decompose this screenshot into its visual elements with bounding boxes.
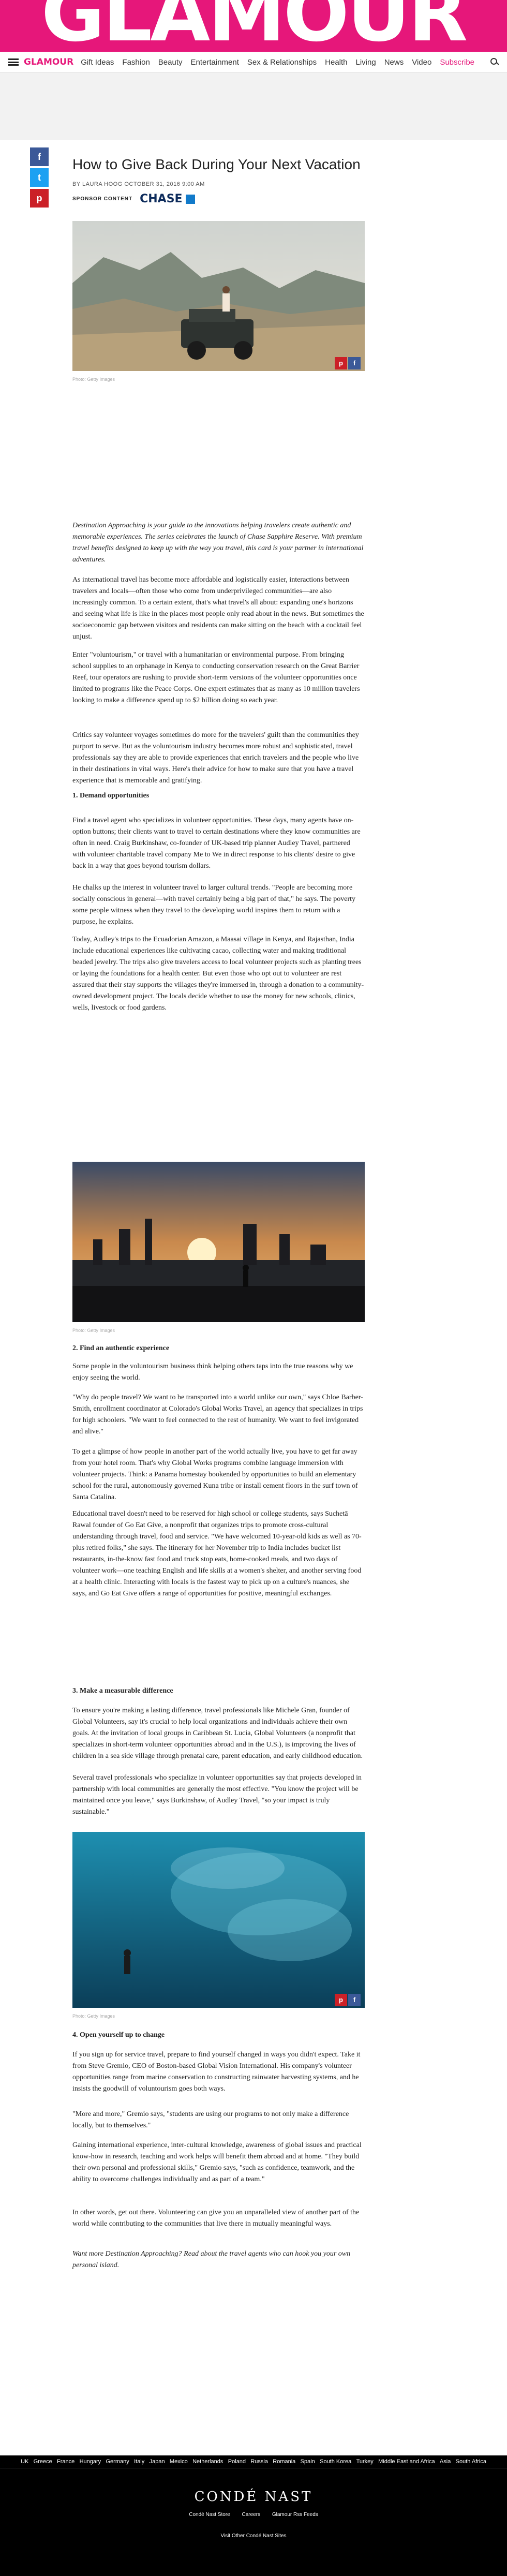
paragraph-11: To ensure you're making a lasting differ… — [72, 1707, 363, 1760]
article: How to Give Back During Your Next Vacati… — [72, 155, 365, 382]
facebook-icon-2[interactable]: f — [348, 1994, 361, 2006]
diver-image — [72, 1832, 365, 2008]
country-link[interactable]: Mexico — [170, 2459, 188, 2465]
paragraph-4: Find a travel agent who specializes in v… — [72, 817, 361, 870]
nav-item-sex-relationships[interactable]: Sex & Relationships — [247, 58, 317, 67]
nav-item-living[interactable]: Living — [356, 58, 376, 67]
paragraph-1: As international travel has become more … — [72, 576, 364, 641]
country-link[interactable]: Romania — [273, 2459, 295, 2465]
hero-image — [72, 221, 365, 371]
section-heading-3: 3. Make a measurable difference — [72, 1687, 173, 1695]
paragraph-3: Critics say volunteer voyages sometimes … — [72, 731, 359, 784]
nav-item-gift-ideas[interactable]: Gift Ideas — [81, 58, 114, 67]
brand-logo[interactable]: GLAMOUR — [0, 0, 507, 52]
nav-item-subscribe[interactable]: Subscribe — [440, 58, 474, 67]
main-nav: GLAMOUR Gift Ideas Fashion Beauty Entert… — [0, 52, 507, 73]
chase-octagon-icon — [185, 194, 195, 204]
country-link[interactable]: Asia — [440, 2459, 451, 2465]
footer-link[interactable]: Glamour Rss Feeds — [272, 2512, 318, 2518]
footer-links: Condé Nast Store Careers Glamour Rss Fee… — [0, 2512, 507, 2518]
country-link[interactable]: Spain — [301, 2459, 315, 2465]
visit-other-sites[interactable]: Visit Other Condé Nast Sites — [0, 2533, 507, 2539]
image-credit-2: Photo: Getty Images — [72, 1328, 115, 1333]
paragraph-5: He chalks up the interest in volunteer t… — [72, 884, 356, 926]
paragraph-2: Enter "voluntourism," or travel with a h… — [72, 651, 360, 704]
section-heading-1: 1. Demand opportunities — [72, 792, 150, 800]
paragraph-10: Educational travel doesn't need to be re… — [72, 1510, 362, 1597]
share-rail: f t p — [30, 147, 49, 210]
menu-icon[interactable] — [8, 58, 19, 66]
twitter-share-button[interactable]: t — [30, 168, 49, 187]
nav-item-news[interactable]: News — [384, 58, 404, 67]
facebook-share-button[interactable]: f — [30, 147, 49, 166]
chase-wordmark: CHASE — [140, 193, 183, 205]
pinterest-share-button[interactable]: p — [30, 189, 49, 208]
sponsor-label: SPONSOR CONTENT — [72, 196, 133, 202]
nav-item-video[interactable]: Video — [412, 58, 431, 67]
country-link[interactable]: South Africa — [456, 2459, 486, 2465]
diver-image-share-buttons: p f — [335, 1994, 361, 2006]
country-link[interactable]: South Korea — [320, 2459, 351, 2465]
hero-figure: p f — [72, 221, 365, 374]
footer: UK Greece France Hungary Germany Italy J… — [0, 2455, 507, 2576]
section-heading-2: 2. Find an authentic experience — [72, 1344, 170, 1352]
paragraph-14: "More and more," Gremio says, "students … — [72, 2110, 349, 2129]
ad-banner — [0, 73, 507, 140]
country-link[interactable]: Greece — [34, 2459, 52, 2465]
image-share-buttons: p f — [335, 357, 361, 369]
country-link[interactable]: Middle East and Africa — [378, 2459, 435, 2465]
byline: By LAURA HOOG OCTOBER 31, 2016 9:00 AM — [72, 181, 205, 187]
brand-banner: GLAMOUR — [0, 0, 507, 52]
search-icon[interactable] — [490, 58, 499, 66]
paragraph-12: Several travel professionals who special… — [72, 1774, 362, 1816]
paragraph-6: Today, Audley's trips to the Ecuadorian … — [72, 936, 364, 1012]
country-link[interactable]: UK — [21, 2459, 28, 2465]
country-link[interactable]: Poland — [228, 2459, 246, 2465]
country-link[interactable]: Germany — [106, 2459, 129, 2465]
paragraph-8: "Why do people travel? We want to be tra… — [72, 1394, 363, 1435]
paragraph-16: In other words, get out there. Volunteer… — [72, 2209, 360, 2228]
nav-links: Gift Ideas Fashion Beauty Entertainment … — [81, 58, 490, 67]
paragraph-13: If you sign up for service travel, prepa… — [72, 2051, 361, 2093]
section-heading-4: 4. Open yourself up to change — [72, 2031, 165, 2039]
paragraph-7: Some people in the voluntourism business… — [72, 1363, 353, 1382]
pinterest-icon-2[interactable]: p — [335, 1994, 347, 2006]
country-link[interactable]: France — [57, 2459, 74, 2465]
paragraph-9: To get a glimpse of how people in anothe… — [72, 1448, 358, 1501]
image-credit: Photo: Getty Images — [72, 377, 115, 382]
city-figure: Photo: Getty Images — [72, 1162, 365, 1333]
sponsor-block: SPONSOR CONTENT CHASE — [72, 193, 365, 205]
diver-figure: p f Photo: Getty Images — [72, 1832, 365, 2019]
conde-nast-logo[interactable]: CONDÉ NAST — [0, 2489, 507, 2505]
nav-item-entertainment[interactable]: Entertainment — [191, 58, 239, 67]
article-intro: Destination Approaching is your guide to… — [72, 522, 364, 564]
city-image — [72, 1162, 365, 1322]
article-title: How to Give Back During Your Next Vacati… — [72, 156, 361, 172]
country-list: UK Greece France Hungary Germany Italy J… — [0, 2455, 507, 2468]
footer-link[interactable]: Careers — [242, 2512, 261, 2518]
country-link[interactable]: Japan — [150, 2459, 165, 2465]
facebook-icon[interactable]: f — [348, 357, 361, 369]
pinterest-icon[interactable]: p — [335, 357, 347, 369]
nav-logo[interactable]: GLAMOUR — [24, 57, 73, 67]
image-credit-3: Photo: Getty Images — [72, 2014, 115, 2019]
country-link[interactable]: Netherlands — [192, 2459, 223, 2465]
nav-item-beauty[interactable]: Beauty — [158, 58, 183, 67]
country-link[interactable]: Turkey — [356, 2459, 374, 2465]
paragraph-15: Gaining international experience, inter-… — [72, 2141, 362, 2183]
footer-link[interactable]: Condé Nast Store — [189, 2512, 230, 2518]
chase-logo[interactable]: CHASE — [140, 193, 195, 205]
country-link[interactable]: Hungary — [80, 2459, 101, 2465]
nav-item-health[interactable]: Health — [325, 58, 347, 67]
country-link[interactable]: Russia — [250, 2459, 268, 2465]
country-link[interactable]: Italy — [134, 2459, 144, 2465]
article-outro: Want more Destination Approaching? Read … — [72, 2250, 351, 2269]
nav-item-fashion[interactable]: Fashion — [122, 58, 150, 67]
